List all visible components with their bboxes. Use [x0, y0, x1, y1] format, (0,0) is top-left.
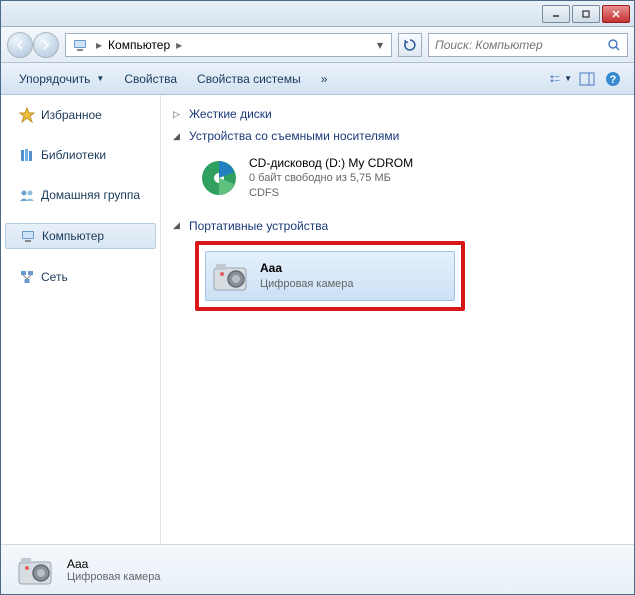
close-button[interactable]	[602, 5, 630, 23]
camera-icon	[210, 256, 250, 296]
sidebar-item-label: Избранное	[41, 108, 102, 122]
body: Избранное Библиотеки Домашняя группа Ком…	[1, 95, 634, 544]
homegroup-icon	[19, 187, 35, 203]
sidebar-item-computer[interactable]: Компьютер	[5, 223, 156, 249]
properties-button[interactable]: Свойства	[116, 68, 185, 90]
navbar: ▸ Компьютер ▸ ▾	[1, 27, 634, 63]
chevron-down-icon: ◢	[173, 131, 183, 142]
preview-pane-button[interactable]	[576, 68, 598, 90]
back-button[interactable]	[7, 32, 33, 58]
address-dropdown-icon[interactable]: ▾	[371, 38, 389, 52]
network-icon	[19, 269, 35, 285]
device-name: CD-дисковод (D:) My CDROM	[249, 155, 413, 171]
device-name: Aaa	[260, 260, 354, 276]
computer-icon	[72, 37, 88, 53]
view-options-button[interactable]: ▼	[550, 68, 572, 90]
help-button[interactable]: ?	[602, 68, 624, 90]
sidebar-item-homegroup[interactable]: Домашняя группа	[1, 183, 160, 207]
libraries-icon	[19, 147, 35, 163]
star-icon	[19, 107, 35, 123]
svg-text:?: ?	[610, 74, 617, 86]
search-box[interactable]	[428, 33, 628, 57]
chevron-right-icon: ▷	[173, 109, 183, 120]
sidebar-item-label: Библиотеки	[41, 148, 106, 162]
sidebar-item-label: Домашняя группа	[41, 188, 140, 202]
group-label: Устройства со съемными носителями	[189, 129, 399, 143]
sidebar-item-network[interactable]: Сеть	[1, 265, 160, 289]
content-pane: ▷ Жесткие диски ◢ Устройства со съемными…	[161, 95, 634, 544]
chevron-down-icon: ▼	[562, 74, 572, 83]
device-type: Цифровая камера	[260, 277, 354, 292]
system-properties-button[interactable]: Свойства системы	[189, 68, 309, 90]
forward-button[interactable]	[33, 32, 59, 58]
breadcrumb-chevron-icon[interactable]: ▸	[172, 38, 186, 52]
details-pane: Aaa Цифровая камера	[1, 544, 634, 594]
computer-icon	[20, 228, 36, 244]
group-portable[interactable]: ◢ Портативные устройства	[173, 215, 622, 237]
group-label: Портативные устройства	[189, 219, 328, 233]
search-input[interactable]	[435, 38, 607, 52]
group-hard-drives[interactable]: ▷ Жесткие диски	[173, 103, 622, 125]
camera-icon	[15, 550, 55, 590]
sidebar-item-favorites[interactable]: Избранное	[1, 103, 160, 127]
device-free-space: 0 байт свободно из 5,75 МБ	[249, 171, 413, 186]
explorer-window: ▸ Компьютер ▸ ▾ Упорядочить▼ Свойства Св…	[0, 0, 635, 595]
refresh-button[interactable]	[398, 33, 422, 57]
navigation-pane: Избранное Библиотеки Домашняя группа Ком…	[1, 95, 161, 544]
device-camera[interactable]: Aaa Цифровая камера	[205, 251, 455, 301]
breadcrumb-chevron-icon[interactable]: ▸	[92, 38, 106, 52]
address-bar[interactable]: ▸ Компьютер ▸ ▾	[65, 33, 392, 57]
search-icon	[607, 38, 621, 52]
status-name: Aaa	[67, 557, 161, 571]
breadcrumb-segment[interactable]: Компьютер	[106, 38, 172, 52]
highlight-annotation: Aaa Цифровая камера	[195, 241, 465, 311]
status-type: Цифровая камера	[67, 571, 161, 583]
maximize-button[interactable]	[572, 5, 600, 23]
device-cdrom[interactable]: CD-дисковод (D:) My CDROM 0 байт свободн…	[195, 151, 622, 205]
sidebar-item-libraries[interactable]: Библиотеки	[1, 143, 160, 167]
chevron-down-icon: ▼	[94, 74, 104, 83]
organize-button[interactable]: Упорядочить▼	[11, 68, 112, 90]
toolbar: Упорядочить▼ Свойства Свойства системы »…	[1, 63, 634, 95]
sidebar-item-label: Сеть	[41, 270, 68, 284]
group-label: Жесткие диски	[189, 107, 272, 121]
toolbar-overflow-button[interactable]: »	[313, 68, 336, 90]
minimize-button[interactable]	[542, 5, 570, 23]
disc-icon	[199, 158, 239, 198]
titlebar	[1, 1, 634, 27]
group-removable[interactable]: ◢ Устройства со съемными носителями	[173, 125, 622, 147]
chevron-down-icon: ◢	[173, 220, 183, 231]
sidebar-item-label: Компьютер	[42, 229, 104, 243]
device-filesystem: CDFS	[249, 186, 413, 201]
